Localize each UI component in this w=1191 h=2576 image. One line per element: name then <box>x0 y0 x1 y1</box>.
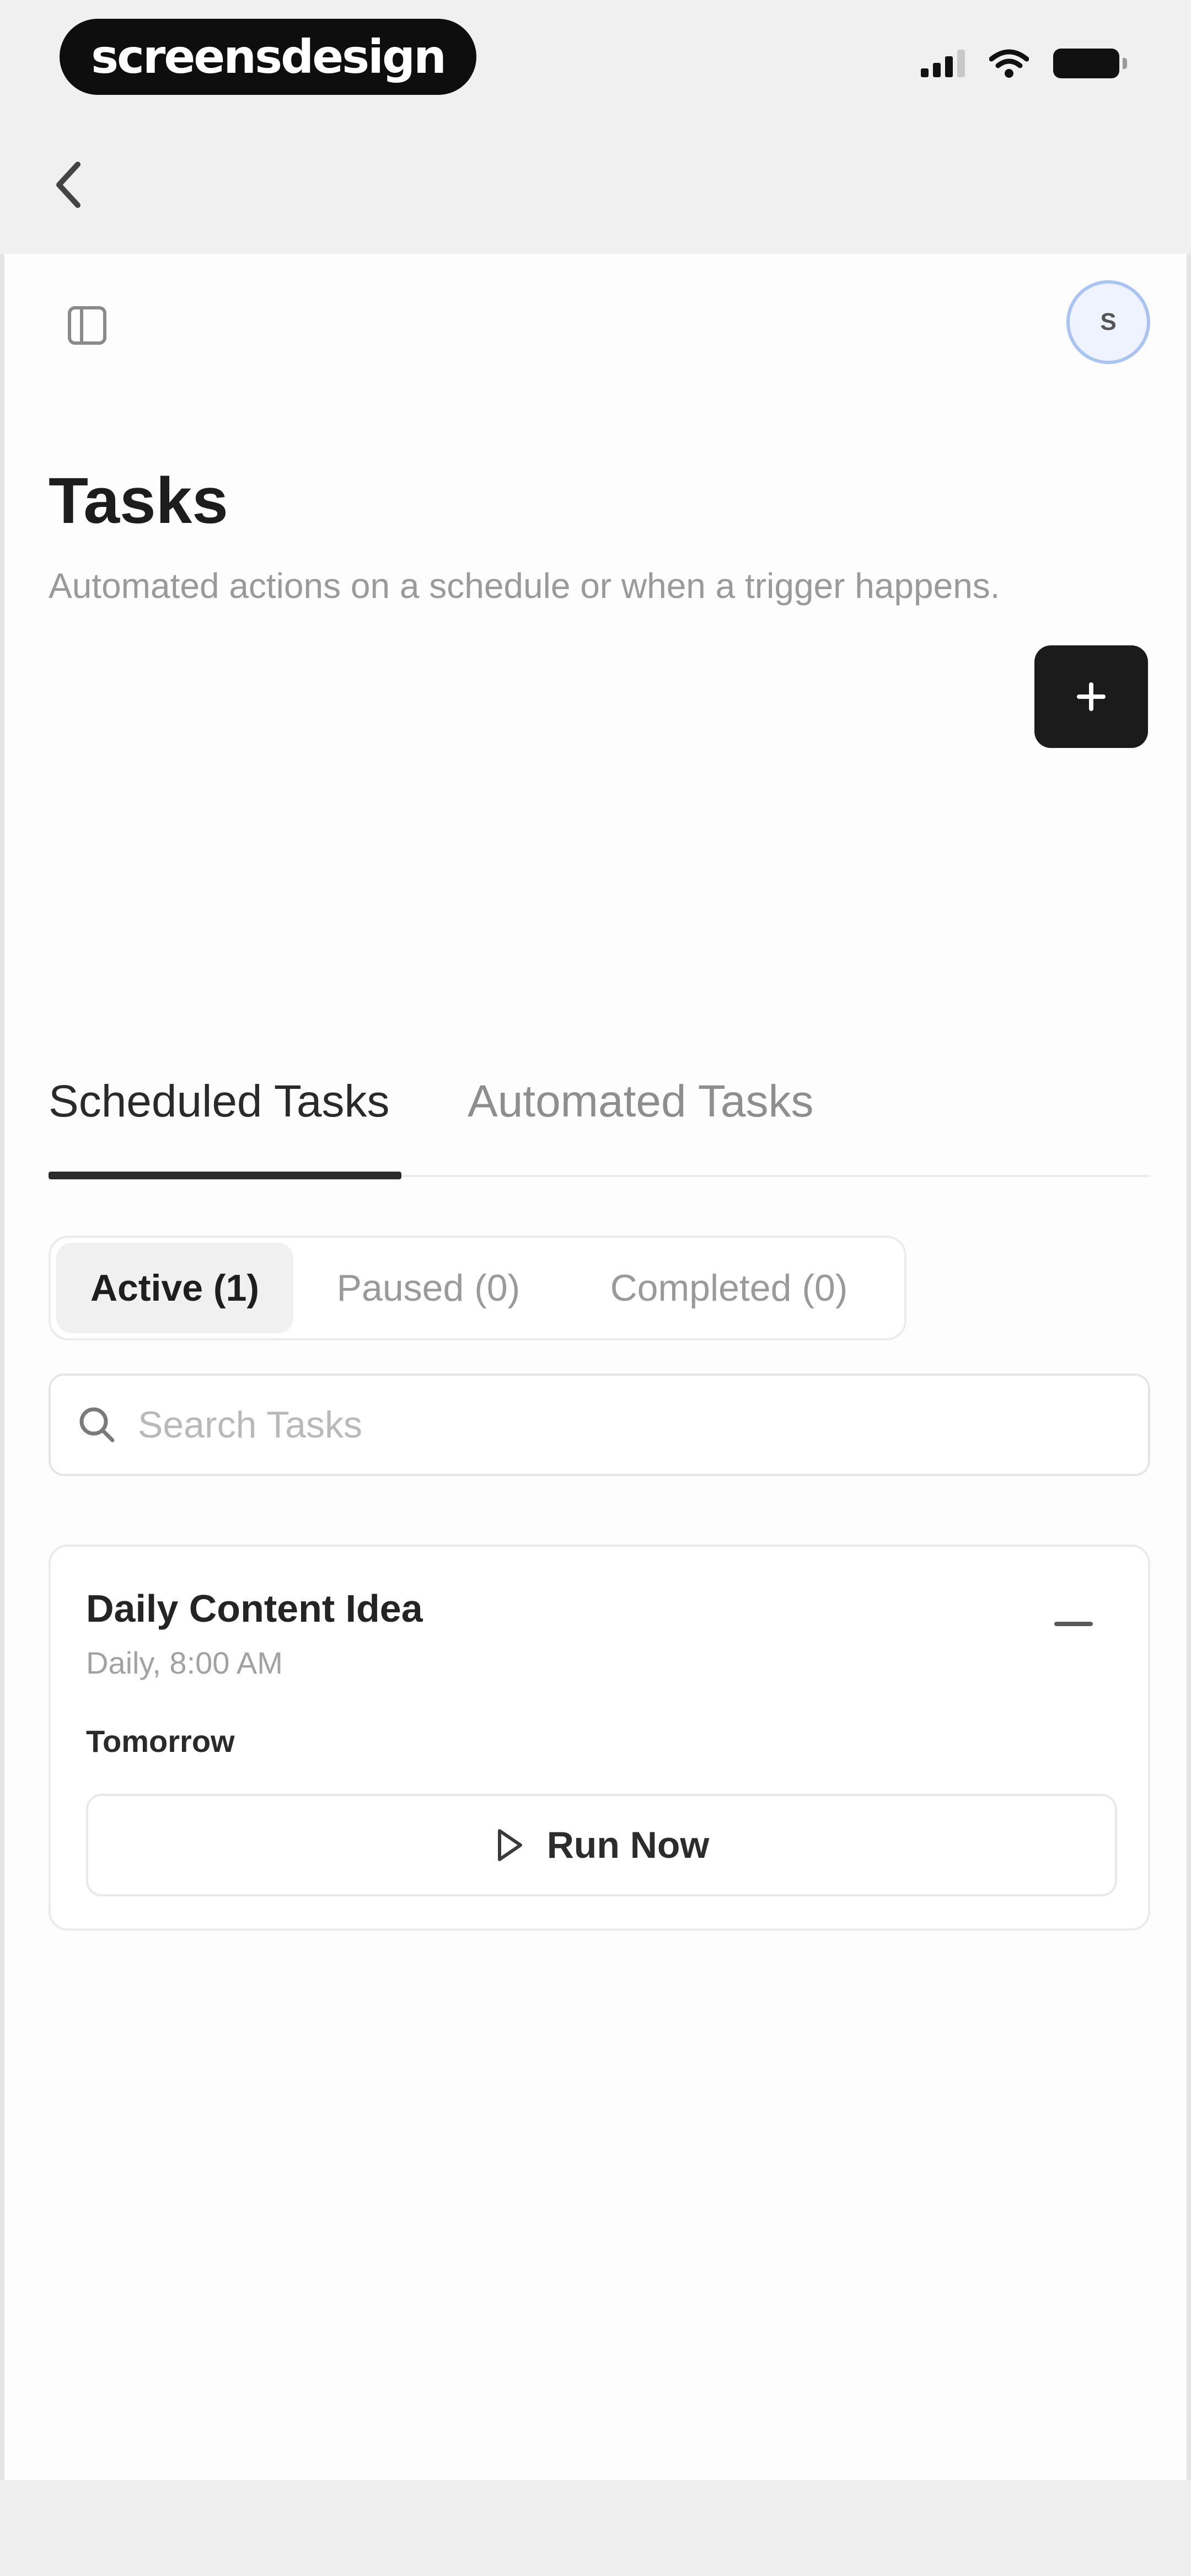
task-next-run: Tomorrow <box>86 1724 235 1759</box>
filter-completed[interactable]: Completed (0) <box>564 1243 894 1333</box>
run-now-button[interactable]: Run Now <box>86 1794 1117 1896</box>
active-tab-indicator <box>49 1172 401 1179</box>
status-filter: Active (1) Paused (0) Completed (0) <box>49 1236 906 1340</box>
back-button[interactable] <box>39 154 99 215</box>
main-content: S Tasks Automated actions on a schedule … <box>4 254 1187 2480</box>
cellular-signal-icon <box>921 50 965 77</box>
filter-paused[interactable]: Paused (0) <box>293 1243 564 1333</box>
search-box <box>49 1373 1150 1476</box>
bottom-bar <box>0 2480 1191 2576</box>
brand-watermark: screensdesign <box>60 19 476 95</box>
tab-scheduled-tasks[interactable]: Scheduled Tasks <box>49 1070 401 1180</box>
avatar[interactable]: S <box>1066 280 1150 364</box>
play-icon <box>497 1829 522 1861</box>
task-card[interactable]: Daily Content Idea Daily, 8:00 AM Tomorr… <box>49 1544 1150 1931</box>
chevron-left-icon <box>56 162 81 208</box>
plus-icon <box>1077 682 1106 711</box>
device-frame-right <box>1187 0 1191 2576</box>
task-more-button[interactable] <box>1043 1602 1104 1646</box>
more-icon <box>1054 1622 1093 1626</box>
run-now-label: Run Now <box>546 1824 710 1866</box>
search-icon <box>75 1403 119 1447</box>
wifi-icon <box>989 49 1029 78</box>
task-title: Daily Content Idea <box>86 1587 423 1630</box>
page-subtitle: Automated actions on a schedule or when … <box>49 566 1000 606</box>
sidebar-icon <box>68 306 106 345</box>
battery-icon <box>1053 49 1127 78</box>
status-icons <box>921 44 1127 83</box>
tab-automated-tasks[interactable]: Automated Tasks <box>468 1070 876 1180</box>
status-bar: screensdesign <box>0 0 1191 110</box>
nav-bar <box>0 110 1191 254</box>
search-input[interactable] <box>138 1403 1075 1446</box>
task-schedule: Daily, 8:00 AM <box>86 1645 283 1680</box>
filter-active[interactable]: Active (1) <box>56 1243 293 1333</box>
task-type-tabs: Scheduled Tasks Automated Tasks <box>49 1070 1150 1180</box>
page-title: Tasks <box>49 464 228 537</box>
sidebar-toggle-button[interactable] <box>60 298 115 353</box>
add-task-button[interactable] <box>1034 645 1148 748</box>
device-frame-left <box>0 0 4 2576</box>
